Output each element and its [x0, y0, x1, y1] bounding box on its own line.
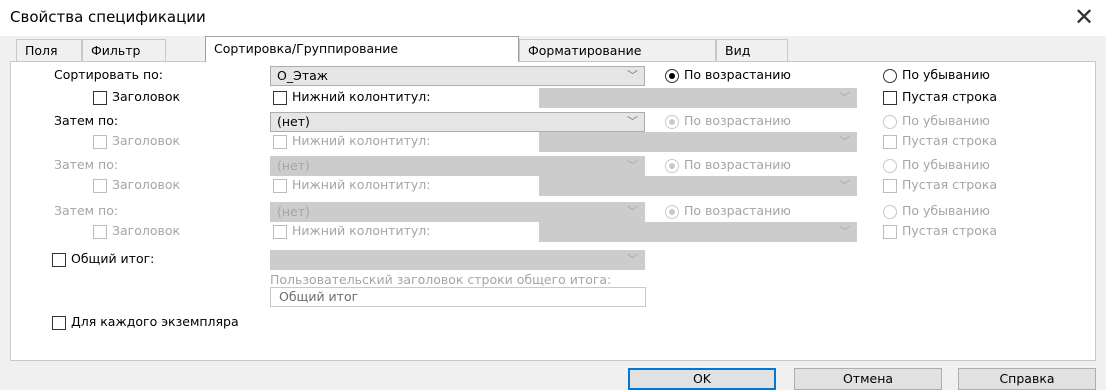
blank-line-label: Пустая строка — [902, 177, 998, 192]
descending-label: По убыванию — [902, 113, 990, 128]
close-icon[interactable]: ✕ — [1074, 2, 1094, 32]
descending-radio-1[interactable] — [883, 69, 897, 83]
footer-checkbox-4[interactable] — [273, 225, 287, 239]
blank-line-checkbox-1[interactable] — [883, 91, 897, 105]
chevron-down-icon: ﹀ — [627, 253, 638, 266]
ascending-radio-2[interactable] — [665, 115, 679, 129]
footer-checkbox-1[interactable] — [273, 91, 287, 105]
tab-formatting[interactable]: Форматирование — [519, 39, 716, 61]
descending-radio-3[interactable] — [883, 159, 897, 173]
tab-filter[interactable]: Фильтр — [82, 39, 166, 61]
footer-label: Нижний колонтитул: — [292, 89, 431, 104]
blank-line-label: Пустая строка — [902, 223, 998, 238]
grand-total-label: Общий итог: — [71, 251, 155, 266]
grand-total-checkbox[interactable] — [52, 253, 66, 267]
each-instance-label: Для каждого экземпляра — [71, 314, 239, 329]
footer-combo-1[interactable]: ﹀ — [539, 88, 857, 108]
custom-caption-label: Пользовательский заголовок строки общего… — [270, 272, 612, 287]
footer-checkbox-2[interactable] — [273, 135, 287, 149]
descending-radio-4[interactable] — [883, 205, 897, 219]
ascending-label: По возрастанию — [684, 67, 791, 82]
chevron-down-icon: ﹀ — [839, 225, 850, 238]
tab-view[interactable]: Вид — [716, 39, 788, 61]
sort-field-combo-1[interactable]: О_Этаж ﹀ — [270, 66, 645, 86]
blank-line-checkbox-2[interactable] — [883, 135, 897, 149]
window-title: Свойства спецификации — [10, 8, 206, 26]
ascending-radio-3[interactable] — [665, 159, 679, 173]
then-by-label: Затем по: — [54, 113, 119, 128]
header-checkbox-3[interactable] — [93, 179, 107, 193]
blank-line-checkbox-4[interactable] — [883, 225, 897, 239]
descending-radio-2[interactable] — [883, 115, 897, 129]
chevron-down-icon: ﹀ — [627, 69, 638, 82]
footer-label: Нижний колонтитул: — [292, 223, 431, 238]
blank-line-label: Пустая строка — [902, 89, 998, 104]
tab-sorting-grouping[interactable]: Сортировка/Группирование — [205, 36, 519, 62]
combo-value: (нет) — [277, 158, 310, 173]
header-checkbox-4[interactable] — [93, 225, 107, 239]
header-label: Заголовок — [112, 133, 181, 148]
sort-by-label: Сортировать по: — [54, 67, 163, 82]
cancel-button[interactable]: Отмена — [794, 368, 942, 390]
sort-field-combo-2[interactable]: (нет) ﹀ — [270, 112, 645, 132]
tab-fields[interactable]: Поля — [16, 39, 82, 61]
chevron-down-icon: ﹀ — [839, 179, 850, 192]
footer-combo-4[interactable]: ﹀ — [539, 222, 857, 242]
ascending-radio-4[interactable] — [665, 205, 679, 219]
ascending-radio-1[interactable] — [665, 69, 679, 83]
chevron-down-icon: ﹀ — [627, 115, 638, 128]
each-instance-checkbox[interactable] — [52, 316, 66, 330]
blank-line-checkbox-3[interactable] — [883, 179, 897, 193]
footer-checkbox-3[interactable] — [273, 179, 287, 193]
header-label: Заголовок — [112, 177, 181, 192]
help-button[interactable]: Справка — [958, 368, 1096, 390]
ascending-label: По возрастанию — [684, 157, 791, 172]
chevron-down-icon: ﹀ — [839, 135, 850, 148]
ascending-label: По возрастанию — [684, 203, 791, 218]
header-checkbox-2[interactable] — [93, 135, 107, 149]
header-label: Заголовок — [112, 89, 181, 104]
blank-line-label: Пустая строка — [902, 133, 998, 148]
sort-field-combo-3[interactable]: (нет) ﹀ — [270, 156, 645, 176]
header-checkbox-1[interactable] — [93, 91, 107, 105]
ok-button[interactable]: OK — [628, 368, 776, 390]
combo-value: О_Этаж — [277, 68, 329, 83]
descending-label: По убыванию — [902, 67, 990, 82]
chevron-down-icon: ﹀ — [839, 91, 850, 104]
descending-label: По убыванию — [902, 157, 990, 172]
header-label: Заголовок — [112, 223, 181, 238]
footer-combo-2[interactable]: ﹀ — [539, 132, 857, 152]
combo-value: (нет) — [277, 114, 310, 129]
ascending-label: По возрастанию — [684, 113, 791, 128]
footer-label: Нижний колонтитул: — [292, 177, 431, 192]
grand-total-caption-input[interactable]: Общий итог — [270, 287, 646, 307]
then-by-label: Затем по: — [54, 203, 119, 218]
grand-total-combo[interactable]: ﹀ — [270, 250, 645, 270]
descending-label: По убыванию — [902, 203, 990, 218]
footer-label: Нижний колонтитул: — [292, 133, 431, 148]
chevron-down-icon: ﹀ — [627, 159, 638, 172]
chevron-down-icon: ﹀ — [627, 205, 638, 218]
combo-value: (нет) — [277, 204, 310, 219]
then-by-label: Затем по: — [54, 157, 119, 172]
sort-field-combo-4[interactable]: (нет) ﹀ — [270, 202, 645, 222]
footer-combo-3[interactable]: ﹀ — [539, 176, 857, 196]
